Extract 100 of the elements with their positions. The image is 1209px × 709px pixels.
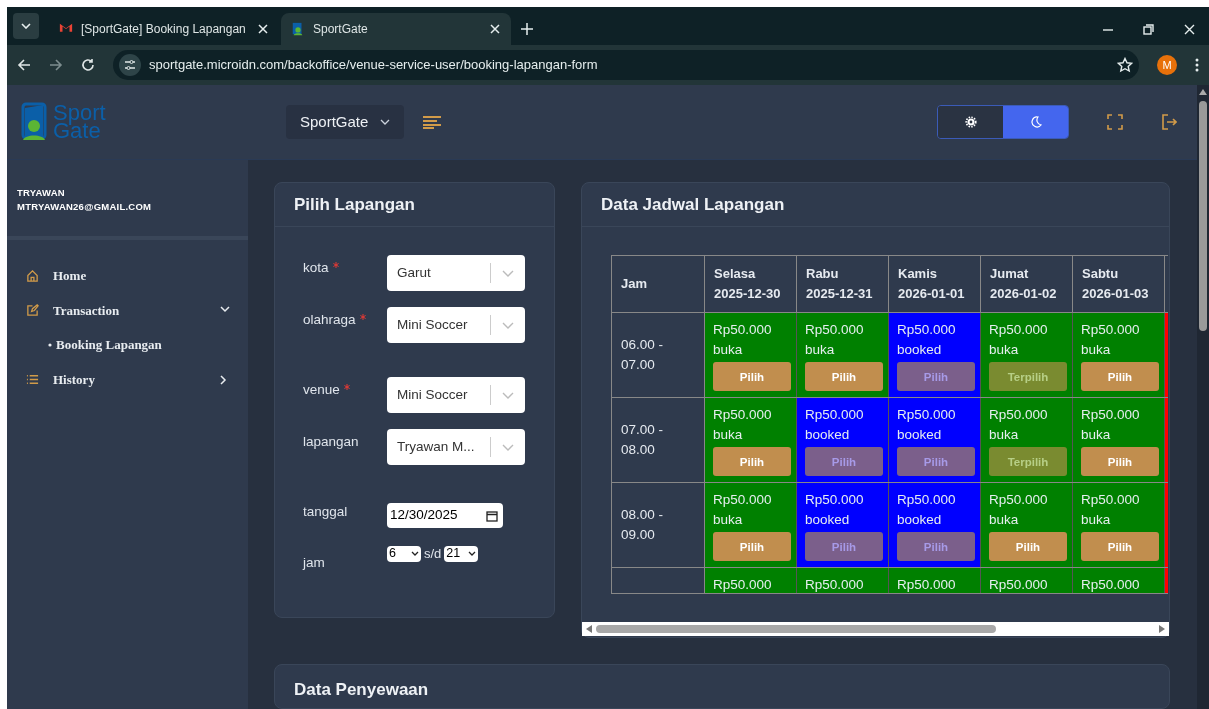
chevron-down-icon	[502, 269, 514, 277]
table-cell: Rp50.000 buka Pilih	[705, 398, 797, 482]
chevron-down-icon	[411, 551, 419, 557]
range-separator: s/d	[424, 545, 442, 563]
slot-button[interactable]: Pilih	[989, 532, 1067, 561]
column-header: Jumat 2026-01-02	[981, 256, 1073, 312]
menu-icon[interactable]	[422, 115, 443, 129]
scroll-right-icon[interactable]	[1159, 625, 1165, 633]
field-label: olahraga	[303, 307, 387, 331]
vertical-scrollbar[interactable]	[1197, 85, 1209, 709]
column-header: Rabu 2025-12-31	[797, 256, 889, 312]
table-cell: Rp50.000	[797, 568, 889, 593]
card-title: Data Penyewaan	[294, 679, 430, 701]
edit-icon	[26, 304, 39, 317]
column-header: Jam	[612, 256, 705, 312]
table-cell: Rp50.000 booked Pilih	[797, 398, 889, 482]
scroll-thumb[interactable]	[596, 625, 996, 633]
horizontal-scrollbar[interactable]	[582, 622, 1169, 636]
gear-icon	[964, 116, 977, 128]
user-name: TRYAWAN	[17, 186, 66, 200]
required-icon	[359, 314, 366, 320]
select-field[interactable]: Mini Soccer	[387, 377, 525, 413]
table-cell: Rp50.000 buka Pilih	[705, 313, 797, 397]
slot-button[interactable]: Pilih	[805, 362, 883, 391]
card-title: Data Jadwal Lapangan	[582, 183, 1169, 227]
sidebar-item[interactable]: Transaction	[26, 293, 230, 328]
fullscreen-icon[interactable]	[1107, 114, 1123, 130]
logo-text: Sport Gate	[53, 104, 106, 140]
calendar-icon[interactable]	[486, 509, 498, 522]
sidebar-item[interactable]: Home	[26, 258, 230, 293]
home-icon	[26, 269, 39, 282]
restore-icon[interactable]	[1143, 24, 1154, 35]
column-header: Sabtu 2026-01-03	[1073, 256, 1165, 312]
column-header: Selasa 2025-12-30	[705, 256, 797, 312]
field-label: lapangan	[303, 433, 360, 451]
back-icon[interactable]	[17, 58, 31, 72]
sidebar-item[interactable]: History	[26, 362, 230, 397]
slot-button[interactable]: Pilih	[1081, 447, 1159, 476]
table-cell: Rp50.000 buka Pilih	[1073, 398, 1165, 482]
theme-toggle-button[interactable]	[1003, 106, 1068, 138]
select-field[interactable]: Tryawan M...	[387, 429, 525, 465]
select-field[interactable]: 21	[444, 545, 479, 562]
field-label: jam	[303, 554, 326, 572]
slot-button[interactable]: Pilih	[1081, 362, 1159, 391]
logo-icon	[291, 21, 305, 37]
new-tab-icon[interactable]	[521, 23, 533, 35]
close-icon[interactable]	[489, 23, 501, 35]
project-select[interactable]: SportGate	[286, 105, 405, 139]
tab-list-button[interactable]	[13, 13, 39, 39]
scroll-left-icon[interactable]	[586, 625, 592, 633]
site-settings-icon[interactable]	[119, 54, 141, 76]
table-cell: Rp50.000 buka Pilih	[797, 313, 889, 397]
table-cell: Rp50.000 buka Terpilih	[981, 398, 1073, 482]
slot-button[interactable]: Pilih	[713, 362, 791, 391]
date-field[interactable]: 12/30/2025	[387, 503, 503, 528]
slot-button[interactable]: Terpilih	[989, 447, 1067, 476]
table-cell: Rp50.000	[1073, 568, 1165, 593]
close-icon[interactable]	[1184, 24, 1195, 35]
browser-tab[interactable]: [SportGate] Booking Lapangan	[49, 13, 279, 45]
logout-icon[interactable]	[1161, 114, 1177, 130]
sidebar-subitem[interactable]: Booking Lapangan	[26, 328, 230, 362]
theme-toggle[interactable]	[937, 105, 1069, 139]
required-icon	[343, 384, 350, 390]
slot-button[interactable]: Pilih	[1081, 532, 1159, 561]
slot-button[interactable]: Terpilih	[989, 362, 1067, 391]
close-icon[interactable]	[257, 23, 269, 35]
select-field[interactable]: Mini Soccer	[387, 307, 525, 343]
chevron-down-icon	[21, 23, 31, 29]
table-cell: Rp50.000	[889, 568, 981, 593]
table-cell: Rp50.000 buka Pilih	[705, 483, 797, 567]
moon-icon	[1029, 116, 1042, 128]
scroll-thumb[interactable]	[1199, 101, 1207, 331]
address-bar[interactable]: sportgate.microidn.com/backoffice/venue-service-user/booking-lapangan-form	[113, 50, 1139, 80]
list-icon	[26, 373, 39, 386]
url-text: sportgate.microidn.com/backoffice/venue-service-user/booking-lapangan-form	[149, 56, 599, 75]
profile-avatar[interactable]: M	[1157, 55, 1177, 75]
chevron-down-icon	[468, 551, 477, 557]
table-cell: Rp50.000	[705, 568, 797, 593]
table-cell: Rp50.000 buka Terpilih	[981, 313, 1073, 397]
menu-icon[interactable]	[1195, 58, 1199, 72]
chevron-down-icon	[502, 391, 514, 399]
table-cell: Rp50.000 booked Pilih	[889, 483, 981, 567]
chevron-down-icon	[380, 119, 391, 125]
forward-icon[interactable]	[49, 58, 63, 72]
table-cell: Rp50.000 booked Pilih	[889, 398, 981, 482]
select-field[interactable]: Garut	[387, 255, 525, 291]
theme-toggle-button[interactable]	[938, 106, 1003, 138]
reload-icon[interactable]	[81, 58, 95, 72]
slot-button[interactable]: Pilih	[713, 532, 791, 561]
scroll-up-icon[interactable]	[1199, 89, 1207, 95]
bullet-icon	[48, 343, 52, 347]
slot-button[interactable]: Pilih	[713, 447, 791, 476]
star-icon[interactable]	[1117, 57, 1133, 73]
chevron-down-icon	[502, 443, 514, 451]
table-cell: Rp50.000 booked Pilih	[889, 313, 981, 397]
browser-tab[interactable]: SportGate	[281, 13, 511, 45]
table-cell: Rp50.000 buka Pilih	[1073, 313, 1165, 397]
table-cell: Rp50.000 booked Pilih	[797, 483, 889, 567]
column-header: Kamis 2026-01-01	[889, 256, 981, 312]
select-field[interactable]: 6	[387, 545, 421, 562]
